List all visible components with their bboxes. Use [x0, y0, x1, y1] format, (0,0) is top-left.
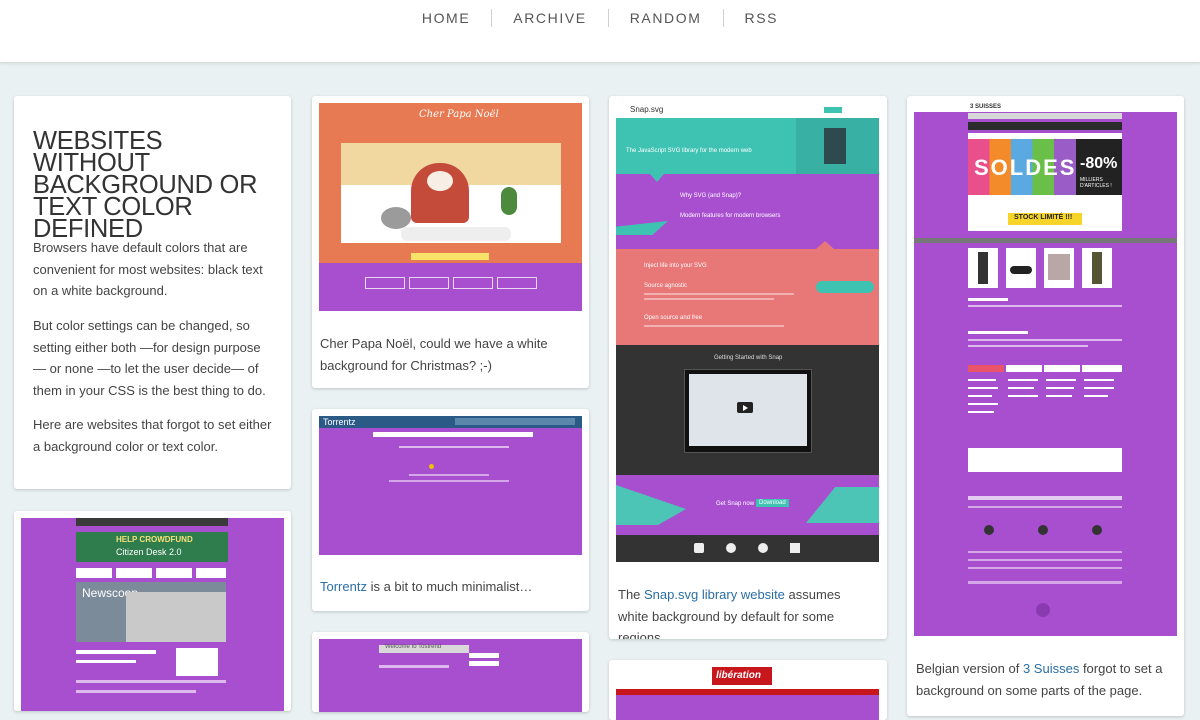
post-caption: Belgian version of 3 Suisses forgot to s… [916, 658, 1178, 701]
stock-badge: STOCK LIMITÉ !!! [1014, 214, 1073, 221]
video-section: Getting Started with Snap [616, 337, 879, 475]
product-row [968, 248, 1122, 288]
crowdfund-banner: HELP CROWDFUND Citizen Desk 2.0 [76, 532, 228, 562]
video-player[interactable] [684, 369, 812, 453]
site-header-bar: Torrentz [319, 416, 582, 428]
section-heading: Why SVG (and Snap)? [680, 193, 742, 199]
post-caption: The Snap.svg library website assumes whi… [618, 584, 873, 639]
intro-paragraph: Here are websites that forgot to set eit… [33, 417, 272, 454]
screenshot-title: Welcome to Tostrend [385, 644, 442, 650]
site-header-bar [76, 518, 228, 526]
form-button [411, 253, 489, 260]
post-card-welcome[interactable]: Welcome to Tostrend [312, 632, 589, 712]
sale-text: SOLDES [974, 155, 1077, 180]
nav-archive-link[interactable]: ARCHIVE [491, 9, 607, 27]
intro-card: WEBSITES WITHOUT BACKGROUND OR TEXT COLO… [14, 96, 291, 489]
post-screenshot[interactable]: Snap.svg The JavaScript SVG library for … [616, 103, 879, 562]
hero-tagline: The JavaScript SVG library for the moder… [626, 148, 752, 154]
screenshot-title: 3 SUISSES [970, 104, 1002, 110]
hero-section: The JavaScript SVG library for the moder… [616, 118, 879, 174]
post-screenshot[interactable]: Welcome to Tostrend [319, 639, 582, 712]
tab-strip [76, 568, 226, 578]
hero-photo: Newscoop [76, 582, 226, 642]
nav-home-link[interactable]: HOME [401, 9, 491, 27]
nav-random-link[interactable]: RANDOM [607, 9, 723, 27]
sale-subtext: MILLIERS D'ARTICLES ! [1080, 177, 1112, 189]
post-caption: Cher Papa Noël, could we have a white ba… [320, 336, 548, 373]
twitter-icon[interactable] [694, 543, 704, 553]
post-screenshot[interactable]: libération [616, 667, 879, 720]
site-header-bar: Welcome to Tostrend [379, 644, 469, 653]
footer [616, 535, 879, 562]
top-nav: HOME ARCHIVE RANDOM RSS [0, 0, 1200, 63]
site-header-bar: Snap.svg [616, 103, 879, 118]
sale-percent: -80% [1080, 155, 1118, 172]
post-screenshot[interactable]: Cher Papa Noël [319, 103, 582, 311]
post-card-snapsvg[interactable]: Snap.svg The JavaScript SVG library for … [609, 96, 887, 639]
banner-text: HELP CROWDFUND [116, 535, 193, 544]
logo-text: libération [716, 670, 762, 681]
nav-list: HOME ARCHIVE RANDOM RSS [0, 9, 1200, 27]
caption-text: Belgian version of [916, 661, 1023, 676]
feature-heading: Open source and free [644, 315, 703, 321]
download-section: Get Snap now Download [616, 475, 879, 535]
link-icon[interactable] [758, 543, 768, 553]
post-screenshot[interactable]: Torrentz [319, 416, 582, 555]
post-screenshot[interactable]: HELP CROWDFUND Citizen Desk 2.0 Newscoop [21, 518, 284, 711]
sale-banner: SOLDES -80% MILLIERS D'ARTICLES ! STOCK … [968, 133, 1122, 231]
post-card-3suisses[interactable]: 3 SUISSES SOLDES -80% MILLIERS D'ARTICLE… [907, 96, 1184, 716]
features-section: Inject life into your SVG Source agnosti… [616, 241, 879, 345]
post-caption: Torrentz is a bit to much minimalist… [320, 576, 580, 598]
intro-paragraph: But color settings can be changed, so se… [33, 318, 266, 398]
crocodile-illustration [616, 221, 668, 235]
illustration [341, 143, 561, 243]
play-icon[interactable] [737, 402, 753, 413]
service-icons [968, 521, 1122, 543]
post-card-liberation[interactable]: libération [609, 660, 887, 720]
screenshot-title: Cher Papa Noël [419, 109, 499, 120]
steps-row [365, 277, 537, 289]
site-header-bar: 3 SUISSES [914, 103, 1177, 112]
section-heading: Getting Started with Snap [714, 355, 783, 361]
feature-heading: Source agnostic [644, 283, 688, 289]
cta-text: Get Snap now [716, 501, 755, 507]
post-link[interactable]: 3 Suisses [1023, 661, 1079, 676]
footer-links [968, 448, 1122, 472]
nav-rss-link[interactable]: RSS [722, 9, 800, 27]
post-card-papa-noel[interactable]: Cher Papa Noël Cher Papa Noël, could we … [312, 96, 589, 388]
post-card-newscoop[interactable]: HELP CROWDFUND Citizen Desk 2.0 Newscoop [14, 511, 291, 711]
caption-text: is a bit to much minimalist… [366, 579, 533, 594]
feature-heading: Inject life into your SVG [644, 263, 707, 269]
site-logo: libération [712, 667, 772, 685]
section-heading: Modern features for modern browsers [680, 213, 781, 219]
caption-text: The [618, 587, 645, 602]
post-card-torrentz[interactable]: Torrentz Torrentz is a bit to much minim… [312, 409, 589, 611]
github-icon[interactable] [726, 543, 736, 553]
adobe-icon[interactable] [790, 543, 800, 553]
site-header-bar: Cher Papa Noël [319, 103, 582, 131]
post-link[interactable]: Torrentz [320, 579, 367, 594]
post-link[interactable]: Snap.svg library website [644, 587, 785, 602]
screenshot-title: Snap.svg [630, 105, 664, 114]
search-bar [373, 432, 533, 437]
banner-subtext: Citizen Desk 2.0 [116, 547, 182, 557]
page-title: WEBSITES WITHOUT BACKGROUND OR TEXT COLO… [33, 127, 258, 243]
download-button[interactable]: Download [756, 499, 789, 507]
screenshot-title: Torrentz [323, 417, 356, 427]
intro-paragraph: Browsers have default colors that are co… [33, 240, 263, 298]
post-screenshot[interactable]: 3 SUISSES SOLDES -80% MILLIERS D'ARTICLE… [914, 103, 1177, 636]
